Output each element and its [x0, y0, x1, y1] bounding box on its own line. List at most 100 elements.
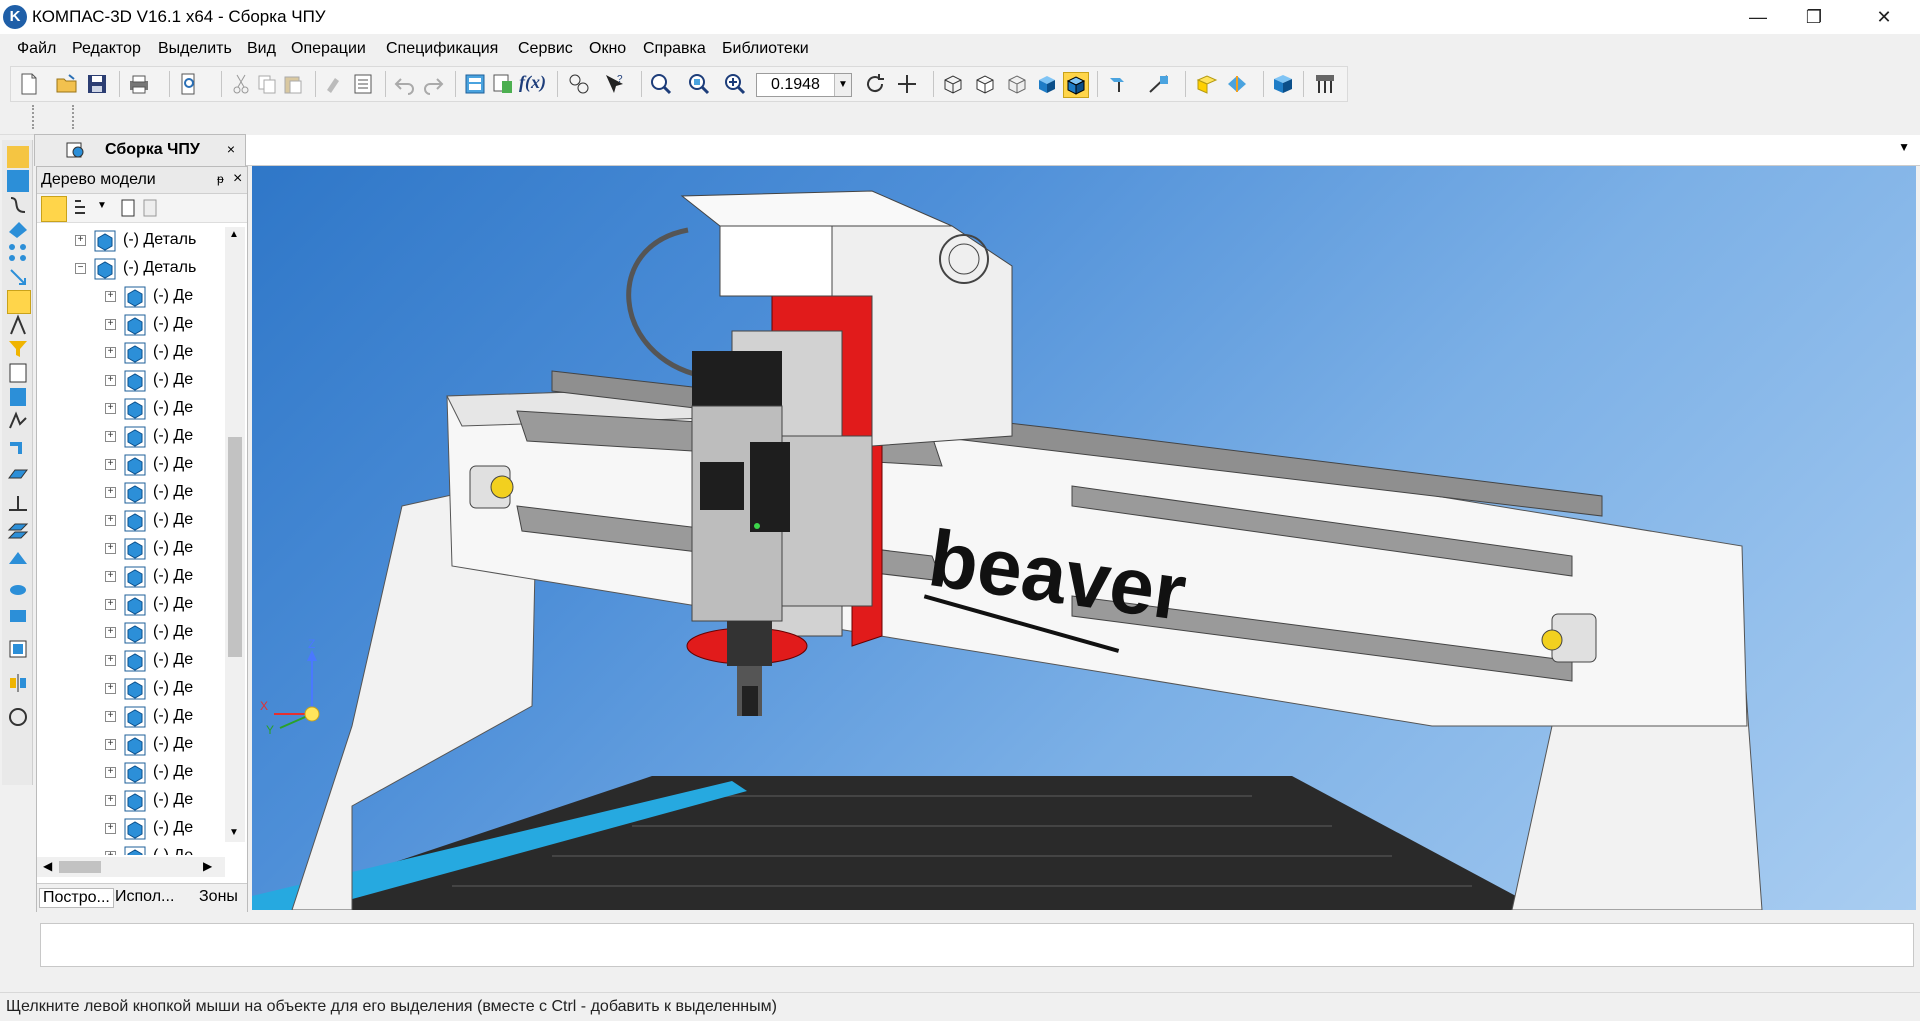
tree-row[interactable]: + (-) Де: [37, 283, 225, 311]
tree-expander-icon[interactable]: +: [105, 571, 116, 582]
menu-libraries[interactable]: Библиотеки: [722, 40, 809, 58]
planes-icon[interactable]: [1195, 72, 1219, 96]
hidden-lines-icon[interactable]: [973, 72, 997, 96]
specification-icon[interactable]: [7, 362, 29, 384]
copy-icon[interactable]: [255, 72, 279, 96]
tree-expander-icon[interactable]: +: [105, 851, 116, 855]
tree-row[interactable]: + (-) Де: [37, 423, 225, 451]
tree-row[interactable]: + (-) Де: [37, 647, 225, 675]
tree-expander-icon[interactable]: +: [105, 795, 116, 806]
orientation-icon[interactable]: [1225, 72, 1249, 96]
tree-expander-icon[interactable]: +: [105, 347, 116, 358]
tree-row[interactable]: + (-) Де: [37, 815, 225, 843]
tree-row[interactable]: + (-) Де: [37, 395, 225, 423]
plane-normal-icon[interactable]: [7, 492, 29, 514]
scroll-thumb[interactable]: [228, 437, 242, 657]
tree-row[interactable]: + (-) Де: [37, 675, 225, 703]
curve-icon[interactable]: [7, 194, 29, 216]
tree-row[interactable]: + (-) Де: [37, 731, 225, 759]
shell-icon[interactable]: [7, 604, 29, 626]
tab-zones[interactable]: Зоны: [199, 888, 238, 906]
tree-expander-icon[interactable]: +: [105, 739, 116, 750]
surface-offset-icon[interactable]: [7, 548, 29, 570]
scroll-right-icon[interactable]: ▶: [203, 859, 212, 873]
tab-assembly-document[interactable]: Сборка ЧПУ ×: [34, 134, 246, 166]
report-icon[interactable]: [7, 386, 29, 408]
hidden-thin-icon[interactable]: [1005, 72, 1029, 96]
tree-row[interactable]: + (-) Де: [37, 843, 225, 855]
tree-row[interactable]: + (-) Де: [37, 703, 225, 731]
close-window-button[interactable]: ✕: [1856, 0, 1912, 34]
restore-button[interactable]: ❐: [1786, 0, 1842, 34]
menu-select[interactable]: Выделить: [158, 40, 232, 58]
shaded-icon[interactable]: [1035, 72, 1059, 96]
minimize-button[interactable]: —: [1730, 0, 1786, 34]
menu-help[interactable]: Справка: [643, 40, 706, 58]
chevron-down-icon[interactable]: ▼: [834, 74, 851, 96]
numbering-icon[interactable]: [567, 72, 591, 96]
manager-icon[interactable]: [463, 72, 487, 96]
tree-row[interactable]: − (-) Деталь: [37, 255, 225, 283]
tree-expander-icon[interactable]: +: [105, 291, 116, 302]
diagnostics-icon[interactable]: [7, 706, 29, 728]
tree-expander-icon[interactable]: +: [105, 543, 116, 554]
tree-expander-icon[interactable]: +: [105, 599, 116, 610]
tree-row[interactable]: + (-) Де: [37, 367, 225, 395]
tree-expander-icon[interactable]: +: [105, 711, 116, 722]
wireframe-icon[interactable]: [941, 72, 965, 96]
perspective-icon[interactable]: [1147, 72, 1171, 96]
tree-row[interactable]: + (-) Де: [37, 479, 225, 507]
tree-row[interactable]: + (-) Де: [37, 759, 225, 787]
3d-viewport[interactable]: beaver Z X Y: [252, 166, 1916, 910]
menu-service[interactable]: Сервис: [518, 40, 573, 58]
surface-icon[interactable]: [7, 218, 29, 240]
tree-expander-icon[interactable]: +: [105, 767, 116, 778]
solid-icon[interactable]: [7, 170, 29, 192]
tab-build[interactable]: Постро...: [39, 888, 114, 908]
close-tab-icon[interactable]: ×: [227, 141, 235, 157]
print-icon[interactable]: [127, 72, 151, 96]
zoom-window-icon[interactable]: [649, 72, 673, 96]
tree-expander-icon[interactable]: −: [75, 263, 86, 274]
settings-icon[interactable]: [1313, 72, 1337, 96]
toolbar-grip[interactable]: [32, 105, 38, 129]
help-pointer-icon[interactable]: ?: [603, 72, 627, 96]
tree-row[interactable]: + (-) Деталь: [37, 227, 225, 255]
zoom-in-icon[interactable]: [723, 72, 747, 96]
tree-row[interactable]: + (-) Де: [37, 507, 225, 535]
edit-part-icon[interactable]: [7, 146, 29, 168]
tree-row[interactable]: + (-) Де: [37, 787, 225, 815]
sheet-metal-icon[interactable]: [7, 434, 29, 456]
array-icon[interactable]: [7, 242, 29, 264]
tab-execution[interactable]: Испол...: [115, 888, 174, 906]
menu-file[interactable]: Файл: [17, 40, 56, 58]
tab-list-chevron-icon[interactable]: ▼: [1898, 140, 1910, 154]
fillet-icon[interactable]: [7, 576, 29, 598]
tree-expander-icon[interactable]: +: [105, 683, 116, 694]
undo-icon[interactable]: [393, 72, 417, 96]
tree-expander-icon[interactable]: +: [105, 627, 116, 638]
tree-horizontal-scrollbar[interactable]: ◀ ▶: [37, 857, 225, 877]
tree-row[interactable]: + (-) Де: [37, 591, 225, 619]
tree-filter-icon[interactable]: [119, 198, 137, 218]
tree-vertical-scrollbar[interactable]: ▲ ▼: [225, 227, 245, 842]
tree-expander-icon[interactable]: +: [105, 403, 116, 414]
tree-view-mode-icon[interactable]: [73, 198, 95, 218]
menu-window[interactable]: Окно: [589, 40, 626, 58]
tree-row[interactable]: + (-) Де: [37, 535, 225, 563]
paste-icon[interactable]: [281, 72, 305, 96]
properties-list-icon[interactable]: [351, 72, 375, 96]
chevron-down-icon[interactable]: ▼: [97, 200, 107, 211]
tree-expander-icon[interactable]: +: [105, 515, 116, 526]
tree-expander-icon[interactable]: +: [105, 487, 116, 498]
mate-icon[interactable]: [7, 290, 31, 314]
scroll-left-icon[interactable]: ◀: [43, 859, 52, 873]
drawing-icon[interactable]: [7, 410, 29, 432]
tree-row[interactable]: + (-) Де: [37, 563, 225, 591]
scroll-down-icon[interactable]: ▼: [229, 827, 239, 838]
tree-structure-icon[interactable]: [41, 196, 67, 222]
menu-editor[interactable]: Редактор: [72, 40, 141, 58]
menu-specification[interactable]: Спецификация: [386, 40, 498, 58]
shaded-edges-icon[interactable]: [1063, 72, 1089, 98]
menu-operations[interactable]: Операции: [291, 40, 366, 58]
